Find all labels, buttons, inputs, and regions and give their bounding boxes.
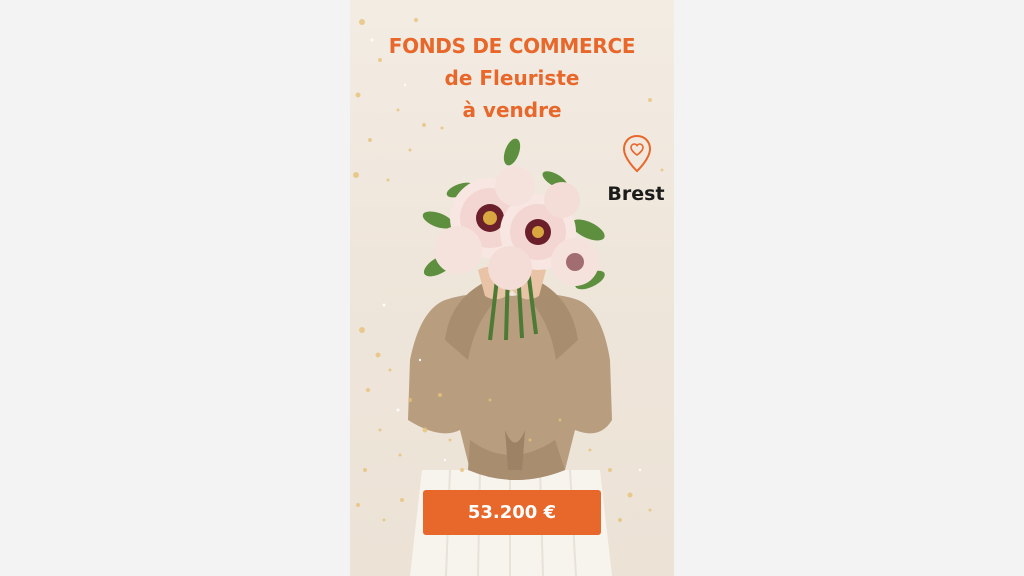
heart-location-pin-icon [622,134,652,173]
headline-line-3: à vendre [462,98,562,122]
location-city: Brest [607,183,665,205]
flyer-poster: FONDS DE COMMERCE de Fleuriste à vendre … [350,0,674,576]
headline-line-1: FONDS DE COMMERCE [388,34,636,58]
price-badge: 53.200 € [423,490,601,535]
headline-line-2: de Fleuriste [444,66,580,90]
